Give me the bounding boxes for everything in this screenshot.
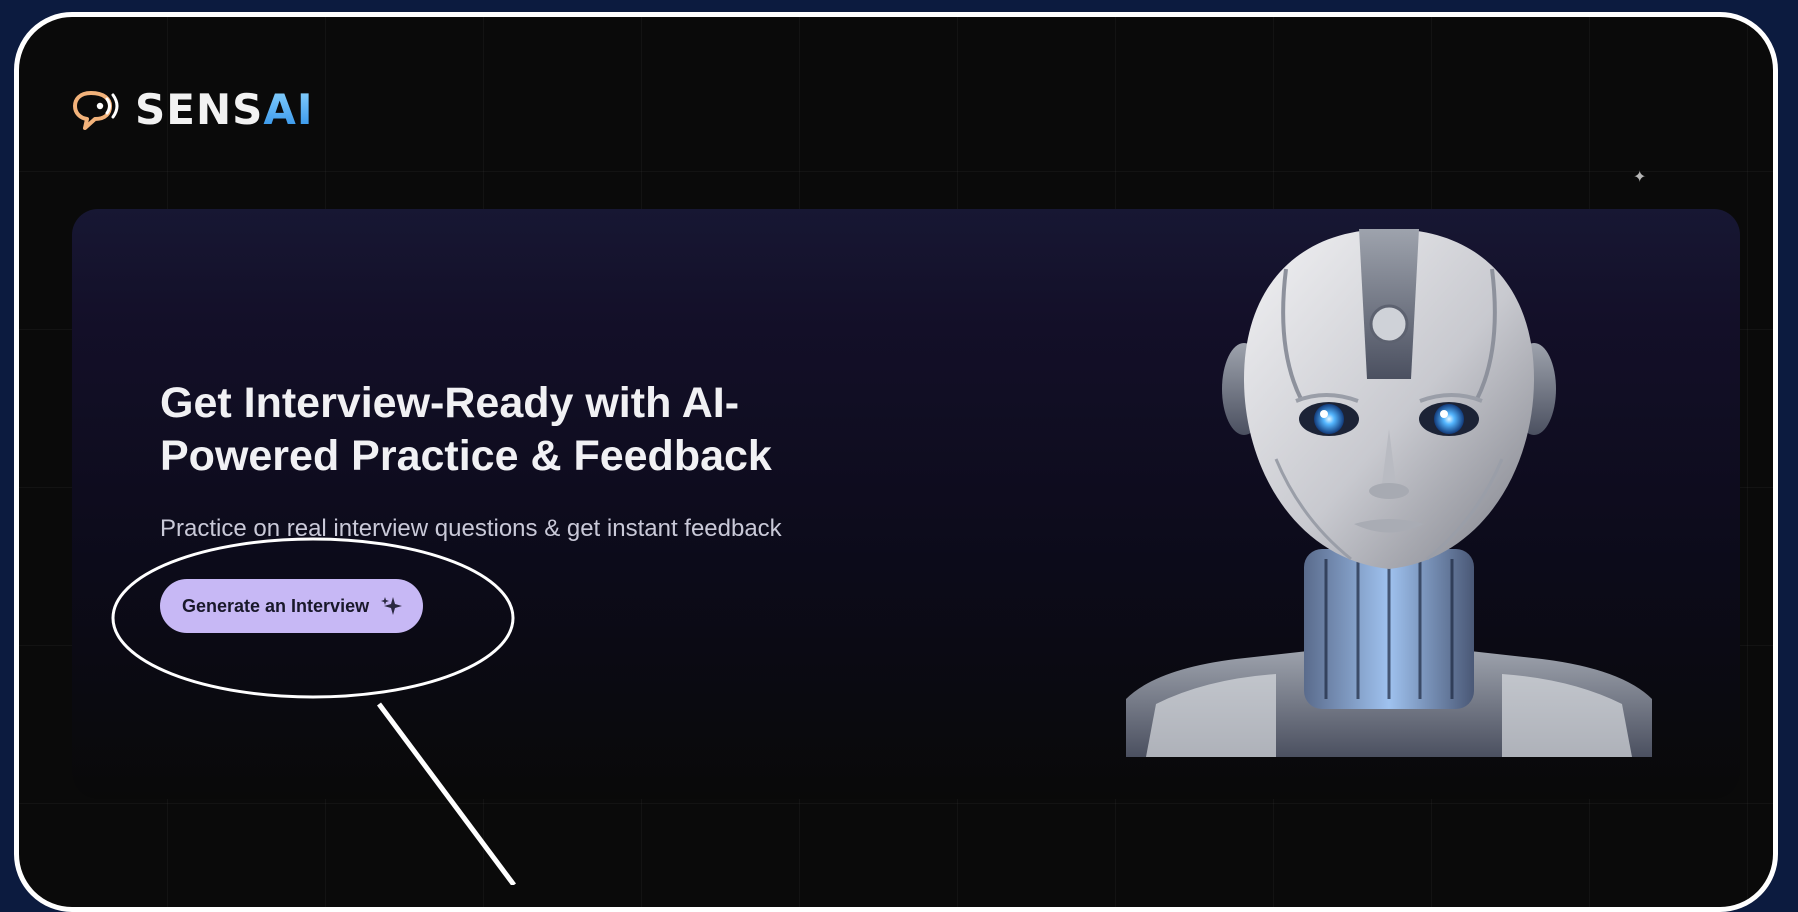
sparkle-decoration-icon: ✦ (1633, 169, 1647, 186)
hero-subtitle: Practice on real interview questions & g… (160, 515, 782, 542)
brand-logo[interactable]: SENSAI (71, 85, 313, 134)
hero-title: Get Interview-Ready with AI-Powered Prac… (160, 379, 772, 480)
hero-banner: Get Interview-Ready with AI-Powered Prac… (72, 209, 1740, 799)
generate-interview-button[interactable]: Generate an Interview (160, 579, 424, 633)
robot-illustration (1126, 229, 1652, 757)
chat-bubble-sound-icon (71, 87, 127, 133)
generate-interview-label: Generate an Interview (182, 595, 370, 616)
screenshot-frame: ✦ SENSAI Get Interview-Ready with AI-Pow… (14, 12, 1778, 912)
brand-name-prefix: SENS (135, 85, 264, 134)
brand-name: SENSAI (135, 85, 313, 134)
brand-name-suffix: AI (263, 85, 314, 134)
sparkle-icon (381, 595, 403, 617)
